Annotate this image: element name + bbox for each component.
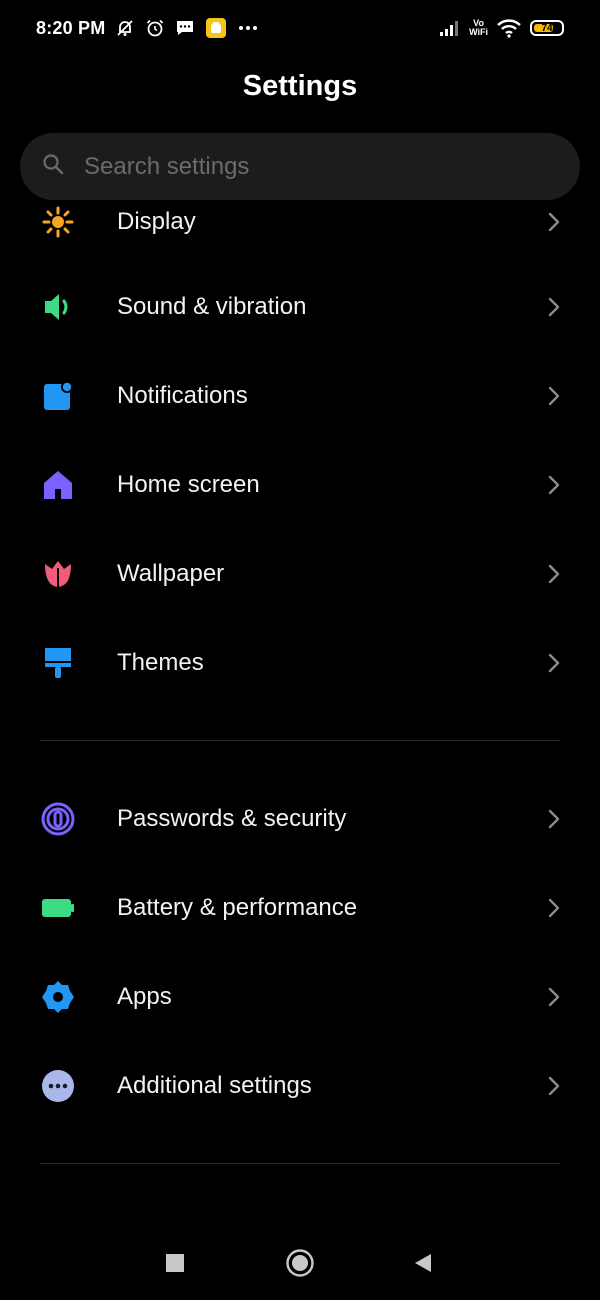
home-button[interactable] <box>284 1247 316 1279</box>
signal-icon <box>439 19 461 37</box>
status-bar: 8:20 PM Vo WiFi 74 <box>0 0 600 56</box>
chevron-right-icon <box>548 1076 560 1096</box>
settings-item-wallpaper[interactable]: Wallpaper <box>0 530 600 618</box>
search-icon <box>42 153 64 180</box>
settings-item-label: Apps <box>117 983 172 1010</box>
notification-icon <box>40 378 76 414</box>
settings-item-display[interactable]: Display <box>0 200 600 266</box>
chevron-right-icon <box>548 564 560 584</box>
section-divider <box>40 1163 560 1164</box>
chevron-right-icon <box>548 212 560 232</box>
settings-item-passwords-security[interactable]: Passwords & security <box>0 775 600 863</box>
home-icon <box>40 467 76 503</box>
settings-item-label: Display <box>117 208 196 235</box>
search-bar[interactable] <box>20 133 580 200</box>
settings-item-label: Home screen <box>117 471 260 498</box>
settings-item-notifications[interactable]: Notifications <box>0 352 600 440</box>
paintbrush-icon <box>40 645 76 681</box>
back-button[interactable] <box>408 1248 438 1278</box>
fingerprint-icon <box>40 801 76 837</box>
settings-item-label: Themes <box>117 649 204 676</box>
settings-item-home-screen[interactable]: Home screen <box>0 441 600 529</box>
app-notification-icon <box>205 17 227 39</box>
settings-item-label: Wallpaper <box>117 560 225 587</box>
gear-icon <box>40 979 76 1015</box>
chevron-right-icon <box>548 297 560 317</box>
sun-icon <box>40 204 76 240</box>
chevron-right-icon <box>548 987 560 1007</box>
tulip-icon <box>40 556 76 592</box>
settings-item-label: Battery & performance <box>117 894 358 921</box>
more-icon <box>40 1068 76 1104</box>
alarm-icon <box>145 18 165 38</box>
page-title: Settings <box>242 70 358 102</box>
search-input[interactable] <box>82 151 506 182</box>
wifi-icon <box>496 18 522 38</box>
clock: 8:20 PM <box>36 17 106 38</box>
chevron-right-icon <box>548 898 560 918</box>
chevron-right-icon <box>548 475 560 495</box>
settings-item-label: Sound & vibration <box>117 293 307 320</box>
settings-item-label: Additional settings <box>117 1072 312 1099</box>
muted-bell-icon <box>115 18 135 38</box>
vowifi-icon: Vo WiFi <box>469 18 488 37</box>
settings-item-apps[interactable]: Apps <box>0 953 600 1041</box>
chevron-right-icon <box>548 809 560 829</box>
chevron-right-icon <box>548 386 560 406</box>
settings-item-additional[interactable]: Additional settings <box>0 1042 600 1130</box>
battery-icon <box>40 890 76 926</box>
recents-button[interactable] <box>160 1248 190 1278</box>
battery-icon: 74 <box>530 20 564 36</box>
settings-item-sound[interactable]: Sound & vibration <box>0 263 600 351</box>
speaker-icon <box>40 289 76 325</box>
section-divider <box>40 740 560 741</box>
navigation-bar <box>0 1230 600 1296</box>
chevron-right-icon <box>548 653 560 673</box>
settings-item-themes[interactable]: Themes <box>0 619 600 707</box>
message-icon <box>175 18 195 38</box>
settings-list: Display Sound & vibration Notifications … <box>0 200 600 1190</box>
more-dots-icon <box>237 18 259 38</box>
settings-item-label: Passwords & security <box>117 805 347 832</box>
settings-item-label: Notifications <box>117 382 248 409</box>
settings-item-battery-performance[interactable]: Battery & performance <box>0 864 600 952</box>
